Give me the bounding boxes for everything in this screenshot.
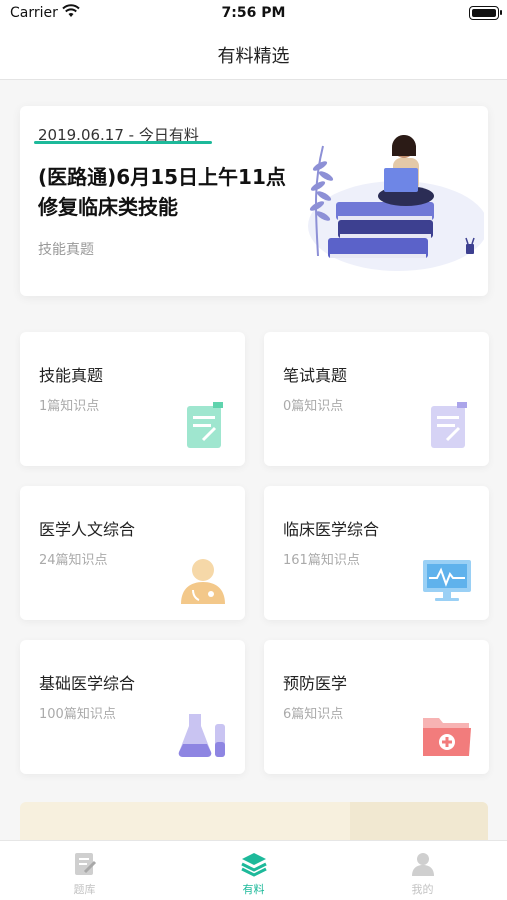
medical-folder-icon xyxy=(423,718,471,756)
card-title: 技能真题 xyxy=(39,366,104,385)
card-count: 6篇知识点 xyxy=(283,707,344,722)
tab-profile[interactable]: 我的 xyxy=(338,841,507,900)
category-card-basic[interactable]: 基础医学综合 100篇知识点 xyxy=(20,640,245,774)
user-icon xyxy=(412,853,434,876)
document-icon xyxy=(431,402,467,448)
flask-icon xyxy=(178,714,225,757)
featured-article-card[interactable]: 2019.06.17 - 今日有料 (医路通)6月15日上午11点修复临床类技能… xyxy=(20,106,488,296)
date-underline xyxy=(34,141,212,144)
card-title: 基础医学综合 xyxy=(39,674,136,693)
clock: 7:56 PM xyxy=(221,5,286,21)
reading-person-illustration xyxy=(308,134,484,271)
featured-headline: (医路通)6月15日上午11点修复临床类技能 xyxy=(38,165,286,219)
card-title: 医学人文综合 xyxy=(39,520,136,539)
document-icon xyxy=(187,402,223,448)
doctor-icon xyxy=(181,559,225,604)
tab-label: 题库 xyxy=(73,883,96,896)
card-count: 0篇知识点 xyxy=(283,399,344,414)
card-title: 笔试真题 xyxy=(283,366,348,385)
battery-icon xyxy=(469,6,502,20)
tab-materials[interactable]: 有料 xyxy=(169,841,338,900)
category-card-written[interactable]: 笔试真题 0篇知识点 xyxy=(264,332,489,466)
monitor-icon xyxy=(423,560,471,601)
featured-category: 技能真题 xyxy=(38,242,94,258)
nav-bar: 有料精选 xyxy=(0,26,507,80)
tab-label: 我的 xyxy=(411,883,434,896)
tab-question-bank[interactable]: 题库 xyxy=(0,841,169,900)
edit-note-icon xyxy=(75,853,97,875)
category-card-clinical[interactable]: 临床医学综合 161篇知识点 xyxy=(264,486,489,620)
card-count: 24篇知识点 xyxy=(39,553,108,568)
category-card-preventive[interactable]: 预防医学 6篇知识点 xyxy=(264,640,489,774)
card-count: 100篇知识点 xyxy=(39,707,116,722)
card-title: 临床医学综合 xyxy=(283,520,380,539)
category-card-skills[interactable]: 技能真题 1篇知识点 xyxy=(20,332,245,466)
layers-icon xyxy=(241,853,267,877)
status-bar: Carrier 7:56 PM xyxy=(0,0,507,26)
card-count: 1篇知识点 xyxy=(39,399,100,414)
tab-bar: 题库 有料 我的 xyxy=(0,840,507,900)
page-title: 有料精选 xyxy=(217,46,290,67)
category-card-humanities[interactable]: 医学人文综合 24篇知识点 xyxy=(20,486,245,620)
card-title: 预防医学 xyxy=(283,674,348,693)
tab-label: 有料 xyxy=(242,883,265,896)
card-count: 161篇知识点 xyxy=(283,553,360,568)
